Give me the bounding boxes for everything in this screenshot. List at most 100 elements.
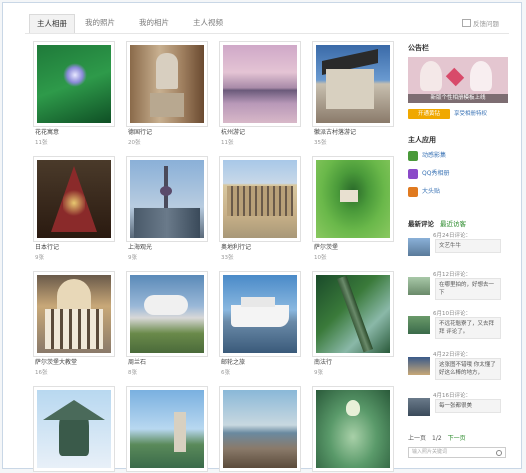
comment-date: 6月24日评论： (433, 233, 471, 239)
album-name[interactable]: 周兰石 (128, 357, 146, 366)
search-input[interactable]: 输入照片关键词 (408, 447, 506, 458)
dynamic-album-icon (408, 150, 418, 161)
album-thumbnail[interactable] (33, 386, 115, 472)
open-vip-button[interactable]: 开通黄钻 (408, 109, 450, 119)
album-name[interactable]: 花花寓意 (35, 127, 59, 136)
next-page-link[interactable]: 下一页 (448, 435, 466, 442)
album-thumbnail[interactable] (33, 41, 115, 127)
album-count: 16张 (35, 370, 48, 376)
album-card[interactable] (312, 386, 394, 473)
album-name[interactable]: 奥地利行记 (221, 242, 251, 251)
comment-tabs: 最新评论 最近访客 (408, 218, 466, 228)
comment-date: 6月12日评论： (433, 272, 471, 278)
comment-item[interactable]: 6月12日评论： 在哪里拍的，好想去一下 (408, 270, 512, 302)
statue-photo (130, 45, 204, 123)
album-thumbnail[interactable] (312, 271, 394, 357)
album-name[interactable]: 杭州游记 (221, 127, 245, 136)
comment-item[interactable]: 4月22日评论： 这张图不错哦 你太懂了好这么棒的地方， (408, 350, 512, 382)
album-card[interactable]: 徽派古村落游记 35张 (312, 41, 394, 151)
comment-text: 文艺牛牛 (435, 239, 501, 253)
album-thumbnail[interactable] (126, 41, 208, 127)
album-card[interactable]: 奥地利行记 33张 (219, 156, 301, 266)
tab-recent-visitors[interactable]: 最近访客 (440, 220, 466, 228)
album-name[interactable]: 萨尔茨堡 (314, 242, 338, 251)
album-card[interactable] (33, 386, 115, 473)
app-label: 大头贴 (422, 188, 441, 195)
comment-item[interactable]: 4月16日评论： 每一张都很美 (408, 391, 512, 423)
app-item[interactable]: 大头贴 (408, 185, 440, 199)
album-name[interactable]: 萨尔茨堡大教堂 (35, 357, 77, 366)
feedback-link[interactable]: 反馈问题 (462, 18, 499, 30)
prev-page-link[interactable]: 上一页 (408, 435, 426, 442)
album-thumbnail[interactable] (219, 156, 301, 242)
tab-my-pictures[interactable]: 我的相片 (139, 15, 169, 31)
album-thumbnail[interactable] (219, 386, 301, 472)
album-card[interactable]: 杭州游记 11张 (219, 41, 301, 151)
feedback-label: 反馈问题 (473, 20, 499, 28)
album-card[interactable]: 萨尔茨堡大教堂 16张 (33, 271, 115, 381)
app-item[interactable]: 动感影集 (408, 149, 446, 163)
album-count: 9张 (35, 255, 44, 261)
album-thumbnail[interactable] (219, 41, 301, 127)
album-count: 11张 (221, 140, 234, 146)
tab-latest-comments[interactable]: 最新评论 (408, 220, 434, 228)
comment-text: 不远花魁寮了，又去拜拜 评论了。 (435, 317, 501, 339)
album-name[interactable]: 上海观光 (128, 242, 152, 251)
album-name[interactable]: 日本行记 (35, 242, 59, 251)
tab-owner-albums[interactable]: 主人相册 (29, 14, 75, 33)
album-count: 11张 (35, 140, 48, 146)
album-card[interactable]: 德国行记 20张 (126, 41, 208, 151)
comment-item[interactable]: 6月10日评论： 不远花魁寮了，又去拜拜 评论了。 (408, 309, 512, 341)
search-icon[interactable] (496, 450, 502, 456)
tab-my-photos[interactable]: 我的照片 (85, 15, 115, 31)
privilege-link[interactable]: 享受相册特权 (454, 109, 487, 119)
comment-thumbnail[interactable] (408, 277, 430, 295)
album-thumbnail[interactable] (33, 156, 115, 242)
album-name[interactable]: 邮轮之旅 (221, 357, 245, 366)
tab-owner-videos[interactable]: 主人视频 (193, 15, 223, 31)
album-thumbnail[interactable] (126, 271, 208, 357)
album-thumbnail[interactable] (126, 386, 208, 472)
album-thumbnail[interactable] (126, 156, 208, 242)
album-count: 35张 (314, 140, 327, 146)
album-count: 9张 (128, 255, 137, 261)
album-card[interactable]: 日本行记 9张 (33, 156, 115, 266)
album-count: 9张 (314, 370, 323, 376)
page-number: 1/2 (432, 435, 442, 442)
album-name[interactable]: 徽派古村落游记 (314, 127, 356, 136)
comment-thumbnail[interactable] (408, 238, 430, 256)
app-label: QQ秀相册 (422, 170, 450, 177)
album-name[interactable]: 南法行 (314, 357, 332, 366)
album-card[interactable]: 上海观光 9张 (126, 156, 208, 266)
lake-photo (223, 45, 297, 123)
album-card[interactable] (126, 386, 208, 473)
album-name[interactable]: 德国行记 (128, 127, 152, 136)
app-label: 动感影集 (422, 152, 447, 159)
heart-icon (445, 67, 465, 87)
bamboo-photo (316, 275, 390, 353)
album-count: 33张 (221, 255, 234, 261)
comment-thumbnail[interactable] (408, 316, 430, 334)
album-thumbnail[interactable] (312, 41, 394, 127)
album-thumbnail[interactable] (33, 271, 115, 357)
lotus-photo (316, 390, 390, 468)
album-thumbnail[interactable] (312, 156, 394, 242)
album-card[interactable]: 周兰石 8张 (126, 271, 208, 381)
album-thumbnail[interactable] (312, 386, 394, 472)
album-card[interactable] (219, 386, 301, 473)
comment-thumbnail[interactable] (408, 398, 430, 416)
comment-thumbnail[interactable] (408, 357, 430, 375)
feedback-icon (462, 19, 471, 27)
album-card[interactable]: 邮轮之旅 6张 (219, 271, 301, 381)
album-card[interactable]: 南法行 9张 (312, 271, 394, 381)
album-card[interactable]: 花花寓意 11张 (33, 41, 115, 151)
village-photo (316, 45, 390, 123)
comment-item[interactable]: 6月24日评论： 文艺牛牛 (408, 231, 512, 263)
album-card[interactable]: 萨尔茨堡 10张 (312, 156, 394, 266)
album-grid: 花花寓意 11张 德国行记 20张 杭州游记 11张 徽派古村落游记 35张 日… (33, 41, 395, 473)
app-item[interactable]: QQ秀相册 (408, 167, 449, 181)
cartoon-figure-left (420, 61, 442, 91)
album-thumbnail[interactable] (219, 271, 301, 357)
comment-date: 4月16日评论： (433, 393, 471, 399)
promo-banner[interactable]: 新版个性相册模板上线 (408, 57, 508, 103)
